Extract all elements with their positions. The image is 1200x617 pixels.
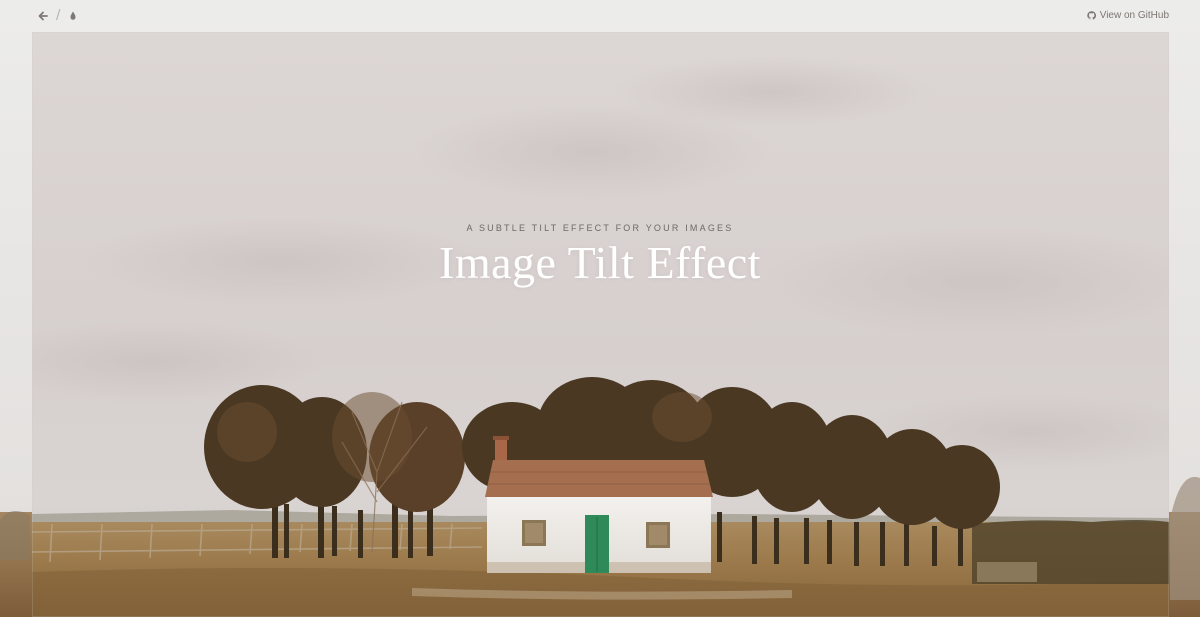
tilt-image[interactable]	[32, 32, 1169, 617]
view-on-github-link[interactable]: View on GitHub	[1086, 10, 1169, 21]
nav-icons: /	[36, 9, 80, 23]
github-icon	[1086, 11, 1096, 20]
top-bar: / View on GitHub	[0, 0, 1200, 32]
arrow-left-icon[interactable]	[36, 9, 50, 23]
landscape-image	[32, 32, 1169, 617]
page: / View on GitHub A SUBTLE TILT EFFECT FO…	[0, 0, 1200, 617]
drop-icon[interactable]	[66, 9, 80, 23]
nav-separator: /	[56, 8, 61, 23]
github-link-label: View on GitHub	[1099, 10, 1169, 21]
